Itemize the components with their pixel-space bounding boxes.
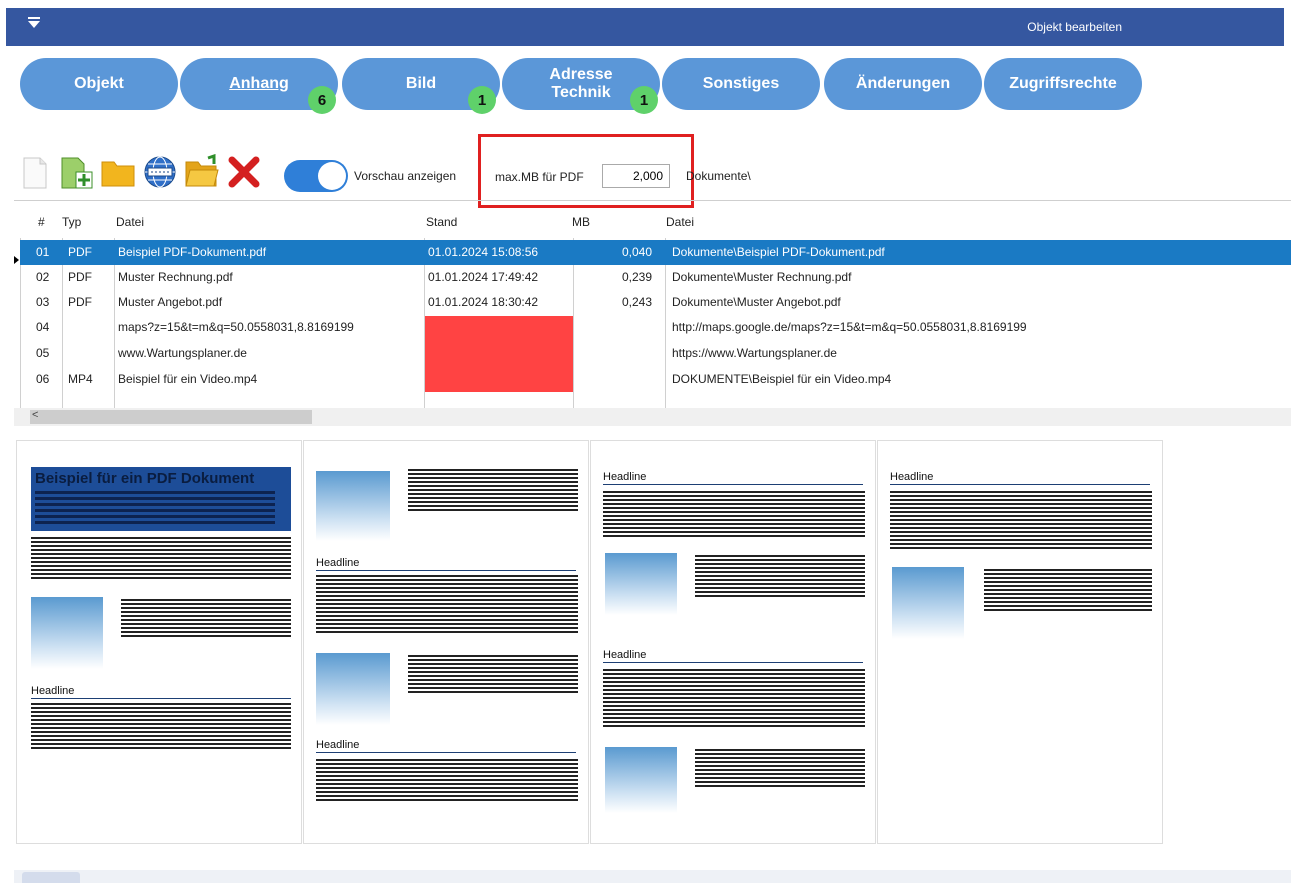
row-datei: Beispiel PDF-Dokument.pdf xyxy=(118,245,267,259)
row-mb: 0,243 xyxy=(622,295,653,309)
row-stand: 01.01.2024 15:08:56 xyxy=(428,245,539,259)
row-mb: 0,239 xyxy=(622,270,653,284)
tab-sonstiges[interactable]: Sonstiges xyxy=(662,58,820,110)
row-pfad: https://www.Wartungsplaner.de xyxy=(672,346,837,360)
row-pfad: DOKUMENTE\Beispiel für ein Video.mp4 xyxy=(672,372,892,386)
row-pfad: Dokumente\Muster Rechnung.pdf xyxy=(672,270,852,284)
header-pfad[interactable]: Datei xyxy=(666,215,694,229)
bild-count-badge: 1 xyxy=(468,86,496,114)
window-title: Objekt bearbeiten xyxy=(1027,20,1122,34)
row-datei: Beispiel für ein Video.mp4 xyxy=(118,372,258,386)
anhang-count-badge: 6 xyxy=(308,86,336,114)
tab-objekt[interactable]: Objekt xyxy=(20,58,178,110)
preview-headline: Headline xyxy=(890,471,1150,485)
scroll-left-icon[interactable]: < xyxy=(32,409,38,421)
horizontal-scrollbar[interactable]: < xyxy=(14,408,1291,426)
current-row-indicator xyxy=(14,256,19,264)
preview-headline: Headline xyxy=(603,471,863,485)
tab-zugriffsrechte[interactable]: Zugriffsrechte xyxy=(984,58,1142,110)
new-document-icon[interactable] xyxy=(16,154,52,190)
delete-icon[interactable] xyxy=(226,154,262,190)
row-num: 04 xyxy=(36,320,50,334)
row-num: 01 xyxy=(36,245,50,259)
preview-headline: Headline xyxy=(316,557,576,571)
path-label: Dokumente\ xyxy=(686,169,751,183)
header-num[interactable]: # xyxy=(38,215,45,229)
row-datei: maps?z=15&t=m&q=50.0558031,8.8169199 xyxy=(118,320,354,334)
row-typ: PDF xyxy=(68,295,92,309)
row-pfad: Dokumente\Beispiel PDF-Dokument.pdf xyxy=(672,245,885,259)
header-typ[interactable]: Typ xyxy=(62,215,81,229)
preview-hero-title: Beispiel für ein PDF Dokument xyxy=(35,470,255,487)
row-mb: 0,040 xyxy=(622,245,653,259)
row-datei: Muster Rechnung.pdf xyxy=(118,270,233,284)
toggle-knob xyxy=(318,162,346,190)
tab-aenderungen[interactable]: Änderungen xyxy=(824,58,982,110)
row-pfad: Dokumente\Muster Angebot.pdf xyxy=(672,295,841,309)
menu-dropdown-icon[interactable] xyxy=(28,17,40,28)
max-mb-label: max.MB für PDF xyxy=(495,170,584,184)
table-row[interactable]: 02 PDF Muster Rechnung.pdf 01.01.2024 17… xyxy=(20,265,1291,290)
row-typ: MP4 xyxy=(68,372,93,386)
row-datei: www.Wartungsplaner.de xyxy=(118,346,247,360)
row-datei: Muster Angebot.pdf xyxy=(118,295,223,309)
preview-hero: Beispiel für ein PDF Dokument xyxy=(31,467,291,531)
row-num: 06 xyxy=(36,372,50,386)
preview-page-1: Beispiel für ein PDF Dokument Headline xyxy=(16,440,302,844)
table-row[interactable]: 01 PDF Beispiel PDF-Dokument.pdf 01.01.2… xyxy=(20,240,1291,265)
row-num: 02 xyxy=(36,270,50,284)
row-num: 05 xyxy=(36,346,50,360)
table-row[interactable]: 04 maps?z=15&t=m&q=50.0558031,8.8169199 … xyxy=(20,315,1291,340)
add-file-icon[interactable] xyxy=(58,154,94,190)
preview-label: Vorschau anzeigen xyxy=(354,169,457,183)
web-link-icon[interactable] xyxy=(142,154,178,190)
row-num: 03 xyxy=(36,295,50,309)
preview-headline: Headline xyxy=(316,739,576,753)
header-datei[interactable]: Datei xyxy=(116,215,144,229)
folder-icon[interactable] xyxy=(100,154,136,190)
preview-page-2: Headline Headline xyxy=(303,440,589,844)
table-row[interactable]: 05 www.Wartungsplaner.de https://www.War… xyxy=(20,341,1291,366)
row-typ: PDF xyxy=(68,245,92,259)
preview-page-4: Headline xyxy=(877,440,1163,844)
title-bar: Objekt bearbeiten xyxy=(6,8,1284,46)
row-typ: PDF xyxy=(68,270,92,284)
table-row[interactable]: 03 PDF Muster Angebot.pdf 01.01.2024 18:… xyxy=(20,290,1291,315)
row-stand: 01.01.2024 18:30:42 xyxy=(428,295,539,309)
preview-headline: Headline xyxy=(603,649,863,663)
preview-page-3: Headline Headline xyxy=(590,440,876,844)
preview-toggle[interactable] xyxy=(284,160,348,192)
bottom-button[interactable] xyxy=(22,872,80,883)
open-folder-icon[interactable] xyxy=(184,154,220,190)
bottom-bar xyxy=(14,870,1291,883)
scrollbar-thumb[interactable] xyxy=(30,410,312,424)
row-stand: 01.01.2024 17:49:42 xyxy=(428,270,539,284)
row-pfad: http://maps.google.de/maps?z=15&t=m&q=50… xyxy=(672,320,1027,334)
header-mb[interactable]: MB xyxy=(572,215,590,229)
adresse-count-badge: 1 xyxy=(630,86,658,114)
max-mb-input[interactable] xyxy=(602,164,670,188)
table-row[interactable]: 06 MP4 Beispiel für ein Video.mp4 DOKUME… xyxy=(20,367,1291,392)
preview-headline: Headline xyxy=(31,685,291,699)
header-stand[interactable]: Stand xyxy=(426,215,457,229)
